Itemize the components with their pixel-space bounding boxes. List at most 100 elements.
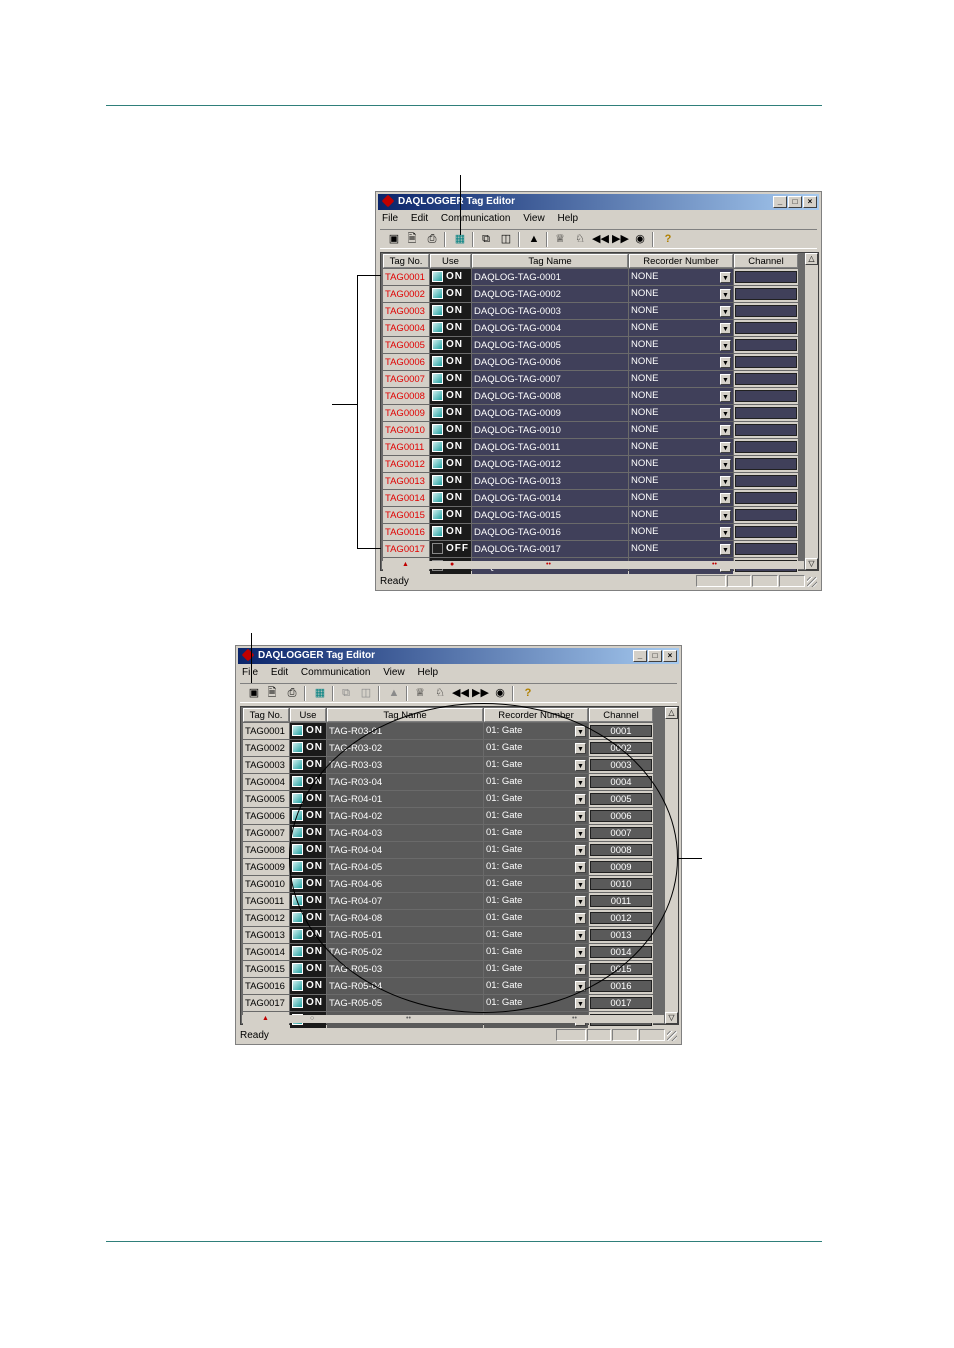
scroll-down-icon[interactable]: ▽ — [665, 1012, 678, 1024]
print-preview-icon[interactable]: 🗎 — [404, 232, 420, 247]
print-icon[interactable]: ⎙ — [284, 686, 300, 701]
tag-no-cell[interactable]: TAG0005 — [243, 791, 289, 807]
use-checkbox[interactable] — [432, 492, 443, 504]
use-cell[interactable]: ON — [430, 524, 471, 540]
tag-name-cell[interactable]: DAQLOG-TAG-0003 — [472, 303, 628, 319]
tag-no-cell[interactable]: TAG0003 — [243, 757, 289, 773]
use-cell[interactable]: ON — [430, 269, 471, 285]
tag-no-cell[interactable]: TAG0010 — [243, 876, 289, 892]
scroll-down-icon[interactable]: ▽ — [805, 558, 818, 570]
help-icon[interactable]: ? — [520, 686, 536, 701]
channel-cell[interactable] — [734, 320, 798, 336]
dropdown-arrow-icon[interactable]: ▼ — [720, 306, 731, 317]
tag-set-icon[interactable]: ♕ — [412, 686, 428, 701]
dropdown-arrow-icon[interactable]: ▼ — [720, 459, 731, 470]
tag-no-cell[interactable]: TAG0001 — [243, 723, 289, 739]
use-cell[interactable]: ON — [430, 439, 471, 455]
recorder-number-cell[interactable]: ▼ NONE — [629, 320, 733, 336]
use-checkbox[interactable] — [292, 742, 303, 754]
sort-up-icon[interactable]: ▲ — [262, 1015, 269, 1023]
channel-cell[interactable] — [734, 388, 798, 404]
find-icon[interactable]: ◉ — [632, 232, 648, 247]
channel-cell[interactable] — [734, 473, 798, 489]
use-checkbox[interactable] — [432, 407, 443, 419]
recorder-number-cell[interactable]: ▼ NONE — [629, 269, 733, 285]
tag-no-cell[interactable]: TAG0004 — [383, 320, 429, 336]
tag-no-cell[interactable]: TAG0017 — [243, 995, 289, 1011]
channel-cell[interactable] — [734, 337, 798, 353]
tag-no-cell[interactable]: TAG0008 — [383, 388, 429, 404]
tag-no-cell[interactable]: TAG0015 — [383, 507, 429, 523]
tag-no-cell[interactable]: TAG0011 — [383, 439, 429, 455]
menu-help[interactable]: Help — [557, 213, 578, 224]
close-button[interactable]: × — [803, 196, 817, 208]
next-icon[interactable]: ▶▶ — [472, 686, 489, 701]
channel-cell[interactable] — [734, 303, 798, 319]
use-checkbox[interactable] — [432, 441, 443, 453]
tag-name-cell[interactable]: DAQLOG-TAG-0015 — [472, 507, 628, 523]
vertical-scrollbar[interactable]: △ ▽ — [805, 253, 818, 570]
dropdown-arrow-icon[interactable]: ▼ — [720, 289, 731, 300]
column-header-channel[interactable]: Channel — [589, 708, 653, 722]
recorder-number-cell[interactable]: ▼ NONE — [629, 507, 733, 523]
use-cell[interactable]: ON — [430, 388, 471, 404]
use-cell[interactable]: ON — [290, 757, 326, 773]
channel-cell[interactable] — [734, 422, 798, 438]
column-header-tag-name[interactable]: Tag Name — [472, 254, 628, 268]
tag-set-icon[interactable]: ♕ — [552, 232, 568, 247]
dropdown-arrow-icon[interactable]: ▼ — [720, 425, 731, 436]
recorder-number-cell[interactable]: ▼ NONE — [629, 388, 733, 404]
tag-no-cell[interactable]: TAG0014 — [383, 490, 429, 506]
recorder-number-cell[interactable]: ▼ NONE — [629, 286, 733, 302]
recorder-number-cell[interactable]: ▼ NONE — [629, 422, 733, 438]
dropdown-arrow-icon[interactable]: ▼ — [720, 340, 731, 351]
recorder-number-cell[interactable]: ▼ NONE — [629, 439, 733, 455]
recorder-number-cell[interactable]: ▼ NONE — [629, 303, 733, 319]
column-header-tag-no[interactable]: Tag No. — [243, 708, 289, 722]
use-checkbox[interactable] — [432, 526, 443, 538]
use-checkbox[interactable] — [432, 373, 443, 385]
dropdown-arrow-icon[interactable]: ▼ — [720, 408, 731, 419]
tag-name-cell[interactable]: DAQLOG-TAG-0002 — [472, 286, 628, 302]
use-checkbox[interactable] — [292, 776, 303, 788]
channel-cell[interactable] — [734, 405, 798, 421]
dropdown-arrow-icon[interactable]: ▼ — [720, 374, 731, 385]
use-checkbox[interactable] — [432, 475, 443, 487]
title-bar[interactable]: DAQLOGGER Tag Editor _ □ × — [238, 648, 679, 664]
tag-no-cell[interactable]: TAG0006 — [243, 808, 289, 824]
channel-cell[interactable] — [734, 354, 798, 370]
tag-name-cell[interactable]: DAQLOG-TAG-0014 — [472, 490, 628, 506]
print-icon[interactable]: ⎙ — [424, 232, 440, 247]
minimize-button[interactable]: _ — [773, 196, 787, 208]
tag-no-cell[interactable]: TAG0012 — [243, 910, 289, 926]
tag-no-cell[interactable]: TAG0009 — [243, 859, 289, 875]
column-header-use[interactable]: Use — [430, 254, 471, 268]
dropdown-arrow-icon[interactable]: ▼ — [575, 998, 586, 1009]
print-preview-icon[interactable]: 🗎 — [264, 686, 280, 701]
tag-reset-icon[interactable]: ♘ — [572, 232, 588, 247]
channel-cell[interactable] — [734, 269, 798, 285]
use-checkbox[interactable] — [432, 458, 443, 470]
tag-no-cell[interactable]: TAG0008 — [243, 842, 289, 858]
recorder-number-cell[interactable]: ▼ NONE — [629, 473, 733, 489]
scroll-up-icon[interactable]: △ — [665, 707, 678, 719]
use-checkbox[interactable] — [432, 390, 443, 402]
tag-no-cell[interactable]: TAG0014 — [243, 944, 289, 960]
column-header-tag-no[interactable]: Tag No. — [383, 254, 429, 268]
resize-grip-icon[interactable] — [667, 1031, 677, 1041]
use-cell[interactable]: ON — [290, 995, 326, 1011]
use-checkbox[interactable] — [432, 424, 443, 436]
channel-cell[interactable] — [734, 507, 798, 523]
menu-communication[interactable]: Communication — [301, 667, 370, 678]
use-checkbox[interactable] — [432, 543, 443, 555]
use-checkbox[interactable] — [432, 322, 443, 334]
use-cell[interactable]: OFF — [430, 541, 471, 557]
tag-name-cell[interactable]: DAQLOG-TAG-0011 — [472, 439, 628, 455]
tag-name-cell[interactable]: DAQLOG-TAG-0013 — [472, 473, 628, 489]
next-icon[interactable]: ▶▶ — [612, 232, 629, 247]
use-cell[interactable]: ON — [290, 978, 326, 994]
tag-no-cell[interactable]: TAG0016 — [383, 524, 429, 540]
copy-icon[interactable]: ⧉ — [338, 686, 354, 701]
recorder-number-cell[interactable]: ▼ NONE — [629, 354, 733, 370]
channel-cell[interactable] — [734, 286, 798, 302]
